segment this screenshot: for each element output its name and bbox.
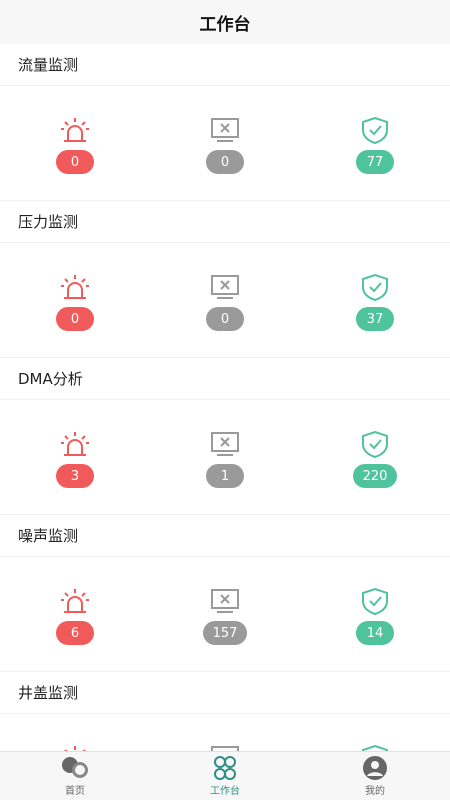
stat-normal[interactable]: 14 [315, 587, 435, 645]
shield-check-icon [362, 273, 388, 301]
offline-monitor-icon [211, 432, 239, 456]
section-title: 噪声监测 [18, 527, 79, 545]
offline-monitor-icon [211, 275, 239, 299]
normal-count-badge[interactable]: 14 [356, 621, 394, 645]
offline-monitor-icon [211, 118, 239, 142]
shield-check-icon [362, 116, 388, 144]
shield-check-icon [362, 587, 388, 615]
offline-count-badge[interactable]: 157 [202, 621, 248, 645]
offline-count-badge[interactable]: 0 [206, 150, 244, 174]
shield-check-icon [362, 430, 388, 458]
stat-offline[interactable]: 1 [165, 430, 285, 488]
section-manhole-monitor: 井盖监测 [0, 672, 450, 752]
tab-label: 首页 [65, 786, 85, 797]
alarm-light-icon [61, 275, 89, 299]
stats-row: 0 0 77 [0, 86, 450, 200]
stats-row: 0 0 37 [0, 243, 450, 357]
normal-count-badge[interactable]: 37 [356, 307, 394, 331]
tab-home[interactable]: 首页 [0, 752, 150, 800]
alarm-count-badge[interactable]: 6 [56, 621, 94, 645]
stat-alarm[interactable]: 0 [15, 273, 135, 331]
stat-normal[interactable]: 77 [315, 116, 435, 174]
workbench-content[interactable]: 流量监测 0 0 77 压力监测 0 0 37 DMA分析 3 1 220 噪声… [0, 44, 450, 752]
stat-offline[interactable]: 157 [165, 587, 285, 645]
alarm-count-badge[interactable]: 0 [56, 150, 94, 174]
section-header: 流量监测 [0, 44, 450, 86]
section-dma-analysis: DMA分析 3 1 220 [0, 358, 450, 514]
top-bar: 工作台 [0, 0, 450, 44]
alarm-light-icon [61, 589, 89, 613]
stat-normal[interactable]: 220 [315, 430, 435, 488]
tab-label: 我的 [365, 786, 385, 797]
stat-offline[interactable]: 0 [165, 116, 285, 174]
section-header: 压力监测 [0, 201, 450, 243]
tab-workbench[interactable]: 工作台 [150, 752, 300, 800]
section-title: 流量监测 [18, 56, 79, 74]
section-title: 井盖监测 [18, 684, 79, 702]
section-flow-monitor: 流量监测 0 0 77 [0, 44, 450, 200]
tab-label: 工作台 [210, 786, 240, 797]
section-header: 噪声监测 [0, 515, 450, 557]
stat-alarm[interactable]: 6 [15, 587, 135, 645]
user-avatar-icon [363, 756, 387, 780]
alarm-light-icon [61, 432, 89, 456]
stat-alarm[interactable]: 3 [15, 430, 135, 488]
section-header: 井盖监测 [0, 672, 450, 714]
stat-offline[interactable]: 0 [165, 273, 285, 331]
page-title: 工作台 [199, 14, 251, 35]
alarm-light-icon [61, 118, 89, 142]
section-noise-monitor: 噪声监测 6 157 14 [0, 515, 450, 671]
stats-row [0, 714, 450, 752]
offline-monitor-icon [211, 589, 239, 613]
stats-row: 3 1 220 [0, 400, 450, 514]
stat-alarm[interactable]: 0 [15, 116, 135, 174]
alarm-count-badge[interactable]: 3 [56, 464, 94, 488]
stats-row: 6 157 14 [0, 557, 450, 671]
normal-count-badge[interactable]: 77 [356, 150, 394, 174]
grid-clover-icon [214, 756, 236, 780]
section-title: 压力监测 [18, 213, 79, 231]
normal-count-badge[interactable]: 220 [352, 464, 398, 488]
offline-count-badge[interactable]: 1 [206, 464, 244, 488]
offline-count-badge[interactable]: 0 [206, 307, 244, 331]
alarm-count-badge[interactable]: 0 [56, 307, 94, 331]
section-pressure-monitor: 压力监测 0 0 37 [0, 201, 450, 357]
tab-mine[interactable]: 我的 [300, 752, 450, 800]
stat-normal[interactable]: 37 [315, 273, 435, 331]
section-header: DMA分析 [0, 358, 450, 400]
bottom-tab-bar: 首页 工作台 我的 [0, 751, 450, 800]
home-bubbles-icon [62, 757, 88, 778]
section-title: DMA分析 [18, 370, 83, 388]
